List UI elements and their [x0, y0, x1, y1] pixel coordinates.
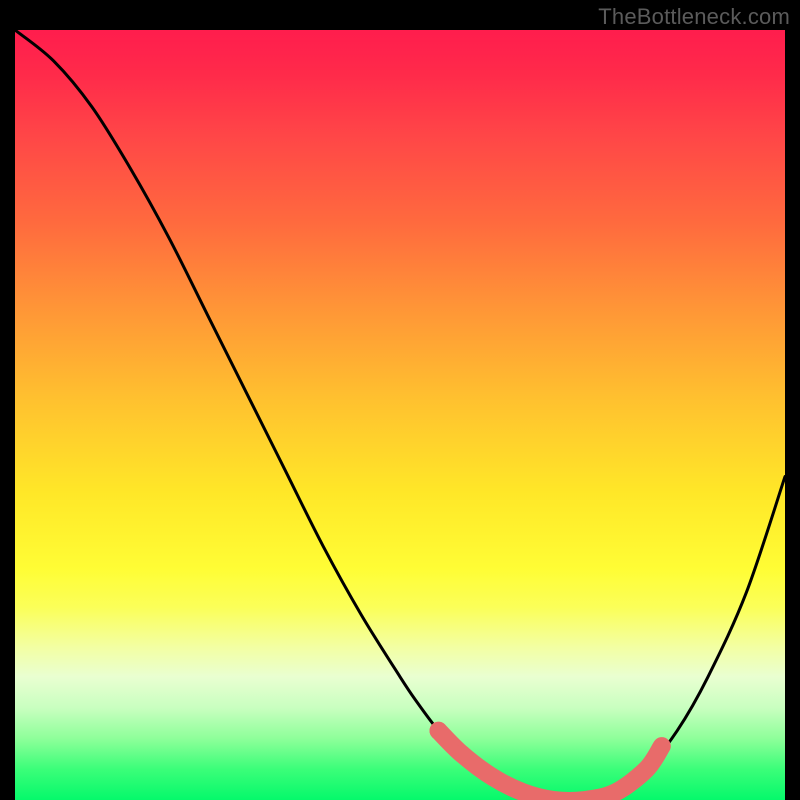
highlight-dot — [453, 745, 471, 763]
highlight-dots — [430, 722, 471, 763]
highlight-dot — [430, 722, 448, 740]
plot-area — [15, 30, 785, 800]
chart-stage: TheBottleneck.com — [0, 0, 800, 800]
sweet-zone-highlight — [439, 731, 662, 800]
watermark-text: TheBottleneck.com — [598, 4, 790, 30]
chart-overlay — [15, 30, 785, 800]
bottleneck-curve — [15, 30, 785, 800]
sweet-zone-highlight-path — [439, 731, 662, 800]
bottleneck-curve-path — [15, 30, 785, 800]
